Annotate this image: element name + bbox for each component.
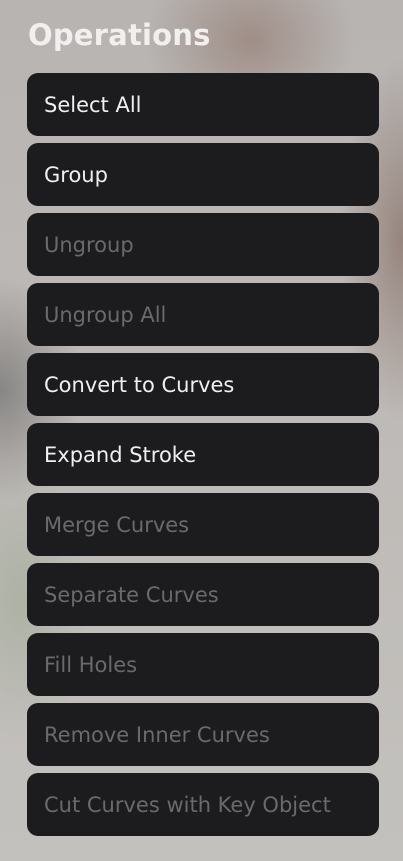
expand-stroke-button[interactable]: Expand Stroke [27, 423, 379, 486]
operations-list: Select All Group Ungroup Ungroup All Con… [27, 73, 379, 836]
separate-curves-button[interactable]: Separate Curves [27, 563, 379, 626]
group-button[interactable]: Group [27, 143, 379, 206]
convert-to-curves-button[interactable]: Convert to Curves [27, 353, 379, 416]
panel-title: Operations [28, 18, 211, 52]
ungroup-button[interactable]: Ungroup [27, 213, 379, 276]
fill-holes-button[interactable]: Fill Holes [27, 633, 379, 696]
operations-panel: Operations Select All Group Ungroup Ungr… [0, 0, 403, 861]
remove-inner-curves-button[interactable]: Remove Inner Curves [27, 703, 379, 766]
select-all-button[interactable]: Select All [27, 73, 379, 136]
merge-curves-button[interactable]: Merge Curves [27, 493, 379, 556]
cut-curves-with-key-object-button[interactable]: Cut Curves with Key Object [27, 773, 379, 836]
ungroup-all-button[interactable]: Ungroup All [27, 283, 379, 346]
